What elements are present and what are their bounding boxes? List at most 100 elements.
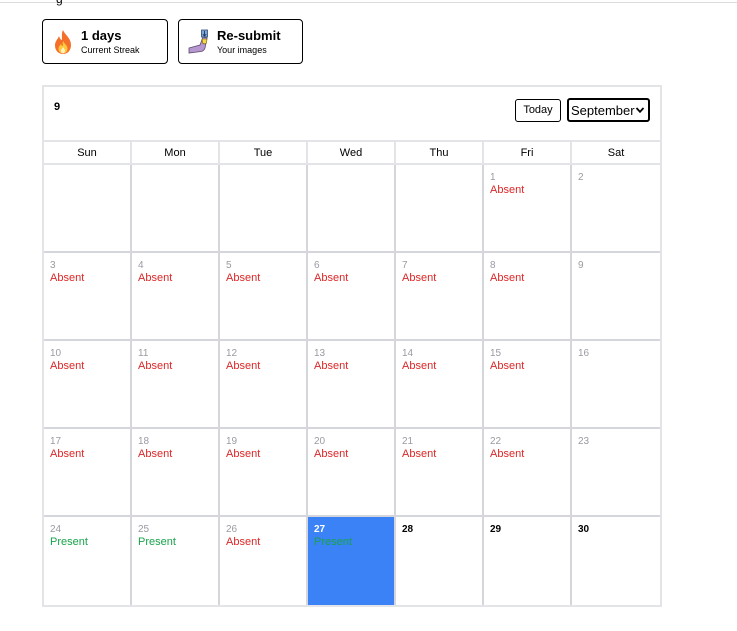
top-divider — [0, 2, 737, 3]
day-number: 14 — [402, 348, 414, 359]
day-cell[interactable]: 25 Present — [132, 517, 220, 605]
streak-count: 1 days — [81, 27, 122, 43]
attendance-status: Absent — [138, 360, 173, 372]
calendar-controls: Today September — [515, 98, 650, 122]
month-select-value: September — [571, 102, 635, 118]
weekday-label: Wed — [308, 142, 396, 163]
day-number: 19 — [226, 436, 238, 447]
day-number: 22 — [490, 436, 502, 447]
attendance-status: Absent — [226, 448, 261, 460]
day-number: 23 — [578, 436, 590, 447]
day-cell[interactable]: 6 Absent — [308, 253, 396, 341]
attendance-status: Absent — [226, 360, 261, 372]
weekday-label: Thu — [396, 142, 484, 163]
day-cell[interactable]: 30 — [572, 517, 660, 605]
day-cell[interactable]: 5 Absent — [220, 253, 308, 341]
header-text-fragment: g — [56, 0, 63, 6]
weekday-label: Fri — [484, 142, 572, 163]
day-number: 11 — [138, 348, 149, 359]
streak-card[interactable]: 1 days Current Streak — [42, 19, 168, 64]
day-number: 26 — [226, 524, 238, 535]
day-number: 6 — [314, 260, 320, 271]
empty-day-cell — [396, 165, 484, 253]
fire-icon — [51, 28, 75, 56]
attendance-status: Absent — [226, 536, 261, 548]
day-number: 28 — [402, 524, 414, 535]
attendance-status: Present — [314, 536, 352, 548]
day-cell[interactable]: 28 — [396, 517, 484, 605]
day-cell[interactable]: 24 Present — [44, 517, 132, 605]
day-cell[interactable]: 22 Absent — [484, 429, 572, 517]
day-cell[interactable]: 11 Absent — [132, 341, 220, 429]
day-number: 25 — [138, 524, 150, 535]
day-number: 30 — [578, 524, 590, 535]
day-number: 21 — [402, 436, 414, 447]
attendance-status: Absent — [314, 360, 349, 372]
chevron-down-icon — [635, 107, 645, 114]
day-cell[interactable]: 15 Absent — [484, 341, 572, 429]
attendance-status: Absent — [402, 272, 437, 284]
day-number: 1 — [490, 172, 496, 183]
day-cell[interactable]: 29 — [484, 517, 572, 605]
attendance-status: Absent — [138, 448, 173, 460]
day-number: 7 — [402, 260, 408, 271]
day-cell[interactable]: 13 Absent — [308, 341, 396, 429]
day-number: 9 — [578, 260, 584, 271]
empty-day-cell — [308, 165, 396, 253]
day-number: 20 — [314, 436, 326, 447]
resubmit-card[interactable]: Re-submit Your images — [178, 19, 303, 64]
attendance-status: Absent — [50, 360, 85, 372]
day-cell[interactable]: 19 Absent — [220, 429, 308, 517]
upload-arm-icon — [187, 28, 211, 56]
attendance-status: Absent — [490, 272, 525, 284]
day-cell[interactable]: 14 Absent — [396, 341, 484, 429]
attendance-status: Absent — [50, 448, 85, 460]
resubmit-text: Re-submit Your images — [217, 28, 281, 56]
weekday-label: Sat — [607, 146, 625, 159]
day-number: 2 — [578, 172, 584, 183]
month-select[interactable]: September — [567, 98, 650, 122]
day-cell[interactable]: 3 Absent — [44, 253, 132, 341]
summary-cards: 1 days Current Streak Re-submit Your ima… — [42, 19, 303, 64]
day-number: 4 — [138, 260, 144, 271]
attendance-status: Present — [50, 536, 88, 548]
day-number: 10 — [50, 348, 62, 359]
day-number: 16 — [578, 348, 590, 359]
day-number: 18 — [138, 436, 150, 447]
day-cell[interactable]: 1 Absent — [484, 165, 572, 253]
day-number: 5 — [226, 260, 232, 271]
day-cell[interactable]: 4 Absent — [132, 253, 220, 341]
day-cell[interactable]: 2 — [572, 165, 660, 253]
day-cell[interactable]: 12 Absent — [220, 341, 308, 429]
attendance-status: Absent — [490, 184, 525, 196]
day-number: 3 — [50, 260, 56, 271]
day-cell[interactable]: 9 — [572, 253, 660, 341]
today-button[interactable]: Today — [515, 98, 561, 122]
attendance-status: Absent — [226, 272, 261, 284]
empty-day-cell — [132, 165, 220, 253]
calendar-day-grid: 1 Absent 2 3 Absent 4 Absent 5 Absent 6 Absent 7 Abs… — [44, 165, 660, 605]
attendance-status: Absent — [402, 360, 437, 372]
attendance-status: Absent — [50, 272, 85, 284]
attendance-status: Absent — [490, 360, 525, 372]
day-cell-today[interactable]: 27 Present — [308, 517, 396, 605]
day-cell[interactable]: 7 Absent — [396, 253, 484, 341]
day-number: 8 — [490, 260, 496, 271]
day-cell[interactable]: 23 — [572, 429, 660, 517]
day-cell[interactable]: 26 Absent — [220, 517, 308, 605]
streak-text: 1 days Current Streak — [81, 28, 140, 56]
day-cell[interactable]: 8 Absent — [484, 253, 572, 341]
day-cell[interactable]: 17 Absent — [44, 429, 132, 517]
weekday-label: Mon — [132, 142, 220, 163]
day-cell[interactable]: 21 Absent — [396, 429, 484, 517]
empty-day-cell — [220, 165, 308, 253]
attendance-status: Absent — [314, 272, 349, 284]
day-number: 29 — [490, 524, 502, 535]
streak-label: Current Streak — [81, 44, 140, 55]
day-cell[interactable]: 10 Absent — [44, 341, 132, 429]
day-cell[interactable]: 18 Absent — [132, 429, 220, 517]
day-cell[interactable]: 16 — [572, 341, 660, 429]
day-number: 27 — [314, 524, 326, 535]
day-cell[interactable]: 20 Absent — [308, 429, 396, 517]
attendance-status: Present — [138, 536, 176, 548]
